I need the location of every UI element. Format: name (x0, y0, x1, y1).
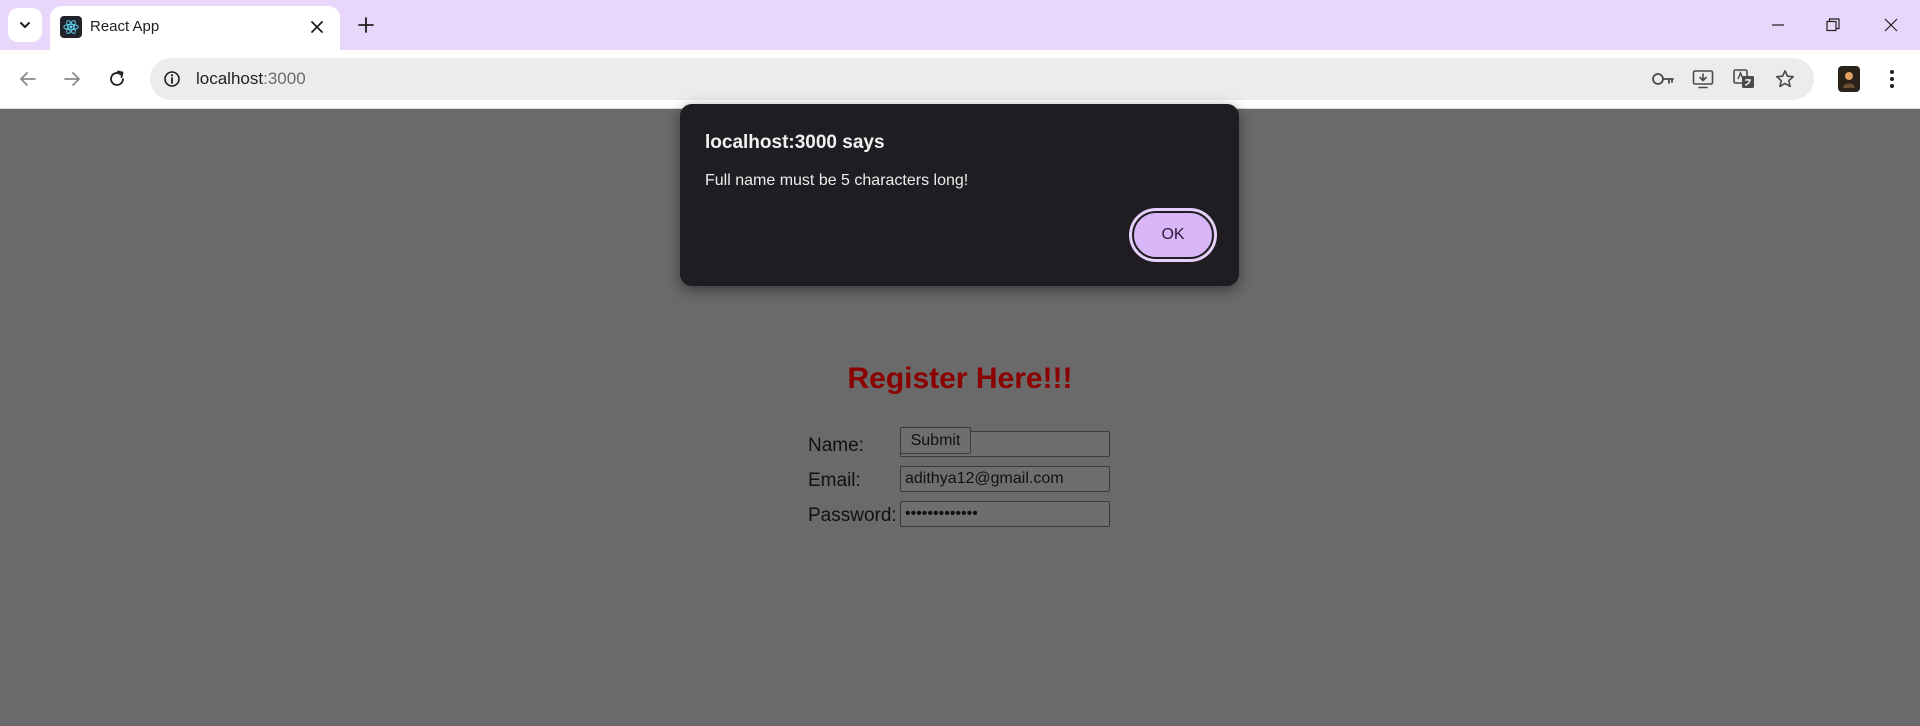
tab-title: React App (90, 18, 160, 35)
password-label: Password: (808, 505, 897, 526)
plus-icon (358, 17, 374, 33)
back-button[interactable] (14, 65, 42, 93)
new-tab-button[interactable] (353, 12, 379, 38)
site-info-button[interactable] (160, 67, 184, 91)
more-vertical-icon (1890, 70, 1894, 88)
restore-icon (1826, 18, 1840, 32)
ok-button[interactable]: OK (1132, 211, 1214, 259)
browser-toolbar: localhost:3000 (0, 50, 1920, 109)
tab-search-button[interactable] (8, 8, 42, 42)
chevron-down-icon (20, 22, 30, 28)
page-title: Register Here!!! (847, 362, 1073, 395)
star-icon (1776, 70, 1794, 88)
email-input[interactable] (900, 466, 1110, 492)
close-icon (1884, 18, 1898, 32)
arrow-right-icon (64, 72, 80, 86)
translate-button[interactable] (1731, 67, 1757, 91)
url-host: localhost (196, 69, 264, 88)
browser-tab[interactable]: React App (50, 6, 340, 50)
info-icon (164, 71, 180, 87)
password-input[interactable] (900, 501, 1110, 527)
react-logo-icon (60, 16, 82, 38)
reload-button[interactable] (103, 65, 131, 93)
restore-button[interactable] (1818, 10, 1848, 40)
url-text[interactable]: localhost:3000 (196, 69, 306, 89)
submit-button[interactable]: Submit (900, 427, 971, 454)
forward-button[interactable] (58, 65, 86, 93)
password-key-button[interactable] (1650, 67, 1676, 91)
alert-dialog: localhost:3000 says Full name must be 5 … (680, 104, 1239, 286)
install-app-button[interactable] (1690, 67, 1716, 91)
translate-icon (1733, 69, 1754, 88)
tab-close-button[interactable] (306, 16, 328, 38)
arrow-left-icon (20, 72, 36, 86)
key-icon (1652, 73, 1674, 85)
email-label: Email: (808, 470, 861, 491)
browser-menu-button[interactable] (1880, 65, 1904, 93)
avatar-icon (1843, 72, 1855, 88)
tab-strip: React App (0, 0, 1920, 50)
reload-icon (110, 70, 124, 86)
minimize-icon (1772, 24, 1784, 26)
bookmark-button[interactable] (1772, 67, 1798, 91)
url-port: :3000 (263, 69, 306, 88)
profile-avatar[interactable] (1838, 66, 1860, 92)
dialog-message: Full name must be 5 characters long! (705, 172, 969, 189)
minimize-button[interactable] (1763, 10, 1793, 40)
install-monitor-icon (1692, 70, 1714, 89)
close-icon (311, 21, 323, 33)
window-close-button[interactable] (1876, 10, 1906, 40)
name-label: Name: (808, 435, 864, 456)
address-bar[interactable]: localhost:3000 (150, 58, 1814, 100)
dialog-title: localhost:3000 says (705, 132, 885, 153)
